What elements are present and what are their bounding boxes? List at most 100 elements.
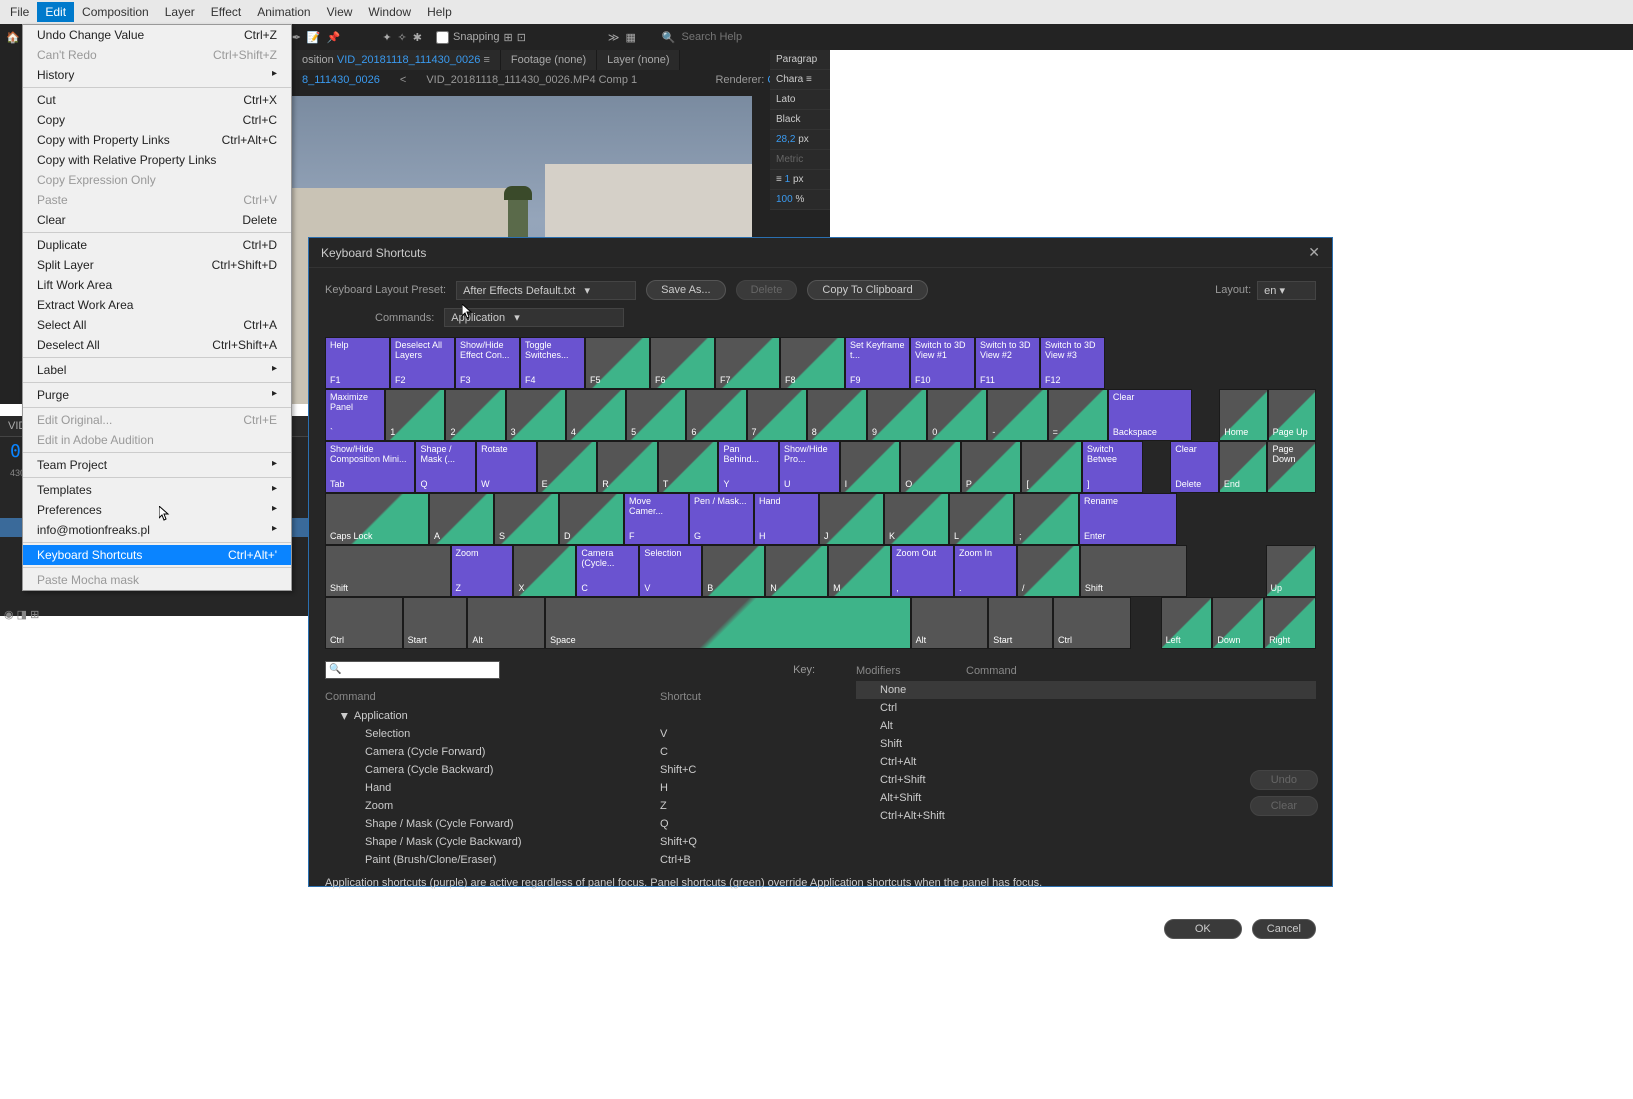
key-8[interactable]: 8 [807, 389, 867, 441]
key-y[interactable]: Pan Behind...Y [718, 441, 779, 493]
ok-button[interactable]: OK [1164, 919, 1242, 939]
preset-select[interactable]: After Effects Default.txt ▾ [456, 281, 636, 300]
footage-tab[interactable]: Footage (none) [501, 50, 597, 70]
key-f11[interactable]: Switch to 3D View #2F11 [975, 337, 1040, 389]
key-f1[interactable]: HelpF1 [325, 337, 390, 389]
key-z[interactable]: ZoomZ [451, 545, 514, 597]
layout-select[interactable]: en ▾ [1257, 281, 1316, 300]
key-1[interactable]: 1 [385, 389, 445, 441]
cancel-button[interactable]: Cancel [1252, 919, 1316, 939]
command-row[interactable]: ZoomZ [325, 797, 840, 815]
key-h[interactable]: HandH [754, 493, 819, 545]
key-0[interactable]: 0 [927, 389, 987, 441]
key-,[interactable]: Zoom Out, [891, 545, 954, 597]
key-t[interactable]: T [658, 441, 719, 493]
key-[[interactable]: [ [1021, 441, 1082, 493]
menu-help[interactable]: Help [419, 2, 460, 22]
key-shift[interactable]: Shift [325, 545, 451, 597]
key-f[interactable]: Move Camer...F [624, 493, 689, 545]
key-b[interactable]: B [702, 545, 765, 597]
modifier-row[interactable]: Shift [856, 735, 1316, 753]
search-help-input[interactable] [682, 31, 762, 43]
axis-icon-3[interactable]: ✱ [413, 31, 422, 44]
key-tab[interactable]: Show/Hide Composition Mini...Tab [325, 441, 415, 493]
key-ctrl[interactable]: Ctrl [1053, 597, 1131, 649]
menu-item[interactable]: Keyboard ShortcutsCtrl+Alt+' [23, 545, 291, 565]
modifier-row[interactable]: Alt [856, 717, 1316, 735]
key-f12[interactable]: Switch to 3D View #3F12 [1040, 337, 1105, 389]
kerning[interactable]: Metric [770, 150, 830, 170]
modifier-row[interactable]: Ctrl+Alt [856, 753, 1316, 771]
command-row[interactable]: Shape / Mask (Cycle Forward)Q [325, 815, 840, 833]
footer-toggles[interactable]: ◉ ◨ ⊞ [4, 608, 39, 621]
command-row[interactable]: Shape / Mask (Cycle Backward)Shift+Q [325, 833, 840, 851]
pen-tool-icon[interactable]: ✒ [292, 31, 301, 44]
fast-preview-icon[interactable]: ≫ [608, 31, 620, 44]
key-2[interactable]: 2 [445, 389, 505, 441]
character-tab[interactable]: Chara ≡ [770, 70, 830, 90]
modifier-row[interactable]: Ctrl+Shift [856, 771, 1316, 789]
key-v[interactable]: SelectionV [639, 545, 702, 597]
key-ctrl[interactable]: Ctrl [325, 597, 403, 649]
key-start[interactable]: Start [988, 597, 1053, 649]
key--[interactable]: - [987, 389, 1047, 441]
menu-file[interactable]: File [2, 2, 37, 22]
scale[interactable]: 100 % [770, 190, 830, 210]
menu-animation[interactable]: Animation [249, 2, 318, 22]
snap-icon-1[interactable]: ⊞ [503, 31, 512, 44]
key-4[interactable]: 4 [566, 389, 626, 441]
menu-layer[interactable]: Layer [157, 2, 203, 22]
key-e[interactable]: E [537, 441, 598, 493]
copy-clipboard-button[interactable]: Copy To Clipboard [807, 280, 927, 300]
menu-edit[interactable]: Edit [37, 2, 74, 22]
key-f10[interactable]: Switch to 3D View #1F10 [910, 337, 975, 389]
command-row[interactable]: Camera (Cycle Backward)Shift+C [325, 761, 840, 779]
modifier-row[interactable]: None [856, 681, 1316, 699]
menu-item[interactable]: ClearDelete [23, 210, 291, 230]
key-;[interactable]: ; [1014, 493, 1079, 545]
key-j[interactable]: J [819, 493, 884, 545]
menu-item[interactable]: Deselect AllCtrl+Shift+A [23, 335, 291, 355]
key-capslock[interactable]: Caps Lock [325, 493, 429, 545]
font-size[interactable]: 28,2 px [770, 130, 830, 150]
axis-icon[interactable]: ✦ [382, 31, 391, 44]
menu-item[interactable]: History▸ [23, 65, 291, 85]
menu-item[interactable]: Copy with Relative Property Links [23, 150, 291, 170]
key-l[interactable]: L [949, 493, 1014, 545]
key-f4[interactable]: Toggle Switches...F4 [520, 337, 585, 389]
pin-tool-icon[interactable]: 📌 [327, 31, 341, 44]
key-9[interactable]: 9 [867, 389, 927, 441]
key-3[interactable]: 3 [506, 389, 566, 441]
key-f8[interactable]: F8 [780, 337, 845, 389]
commands-select[interactable]: Application ▾ [444, 308, 624, 327]
menu-composition[interactable]: Composition [74, 2, 157, 22]
menu-item[interactable]: Split LayerCtrl+Shift+D [23, 255, 291, 275]
key-w[interactable]: RotateW [476, 441, 537, 493]
key-f2[interactable]: Deselect All LayersF2 [390, 337, 455, 389]
axis-icon-2[interactable]: ✧ [398, 31, 407, 44]
key-m[interactable]: M [828, 545, 891, 597]
key-g[interactable]: Pen / Mask...G [689, 493, 754, 545]
key-left[interactable]: Left [1161, 597, 1213, 649]
menu-item[interactable]: Team Project▸ [23, 455, 291, 475]
key-c[interactable]: Camera (Cycle...C [576, 545, 639, 597]
save-as-button[interactable]: Save As... [646, 280, 726, 300]
snapping-checkbox[interactable] [436, 31, 449, 44]
key-shift[interactable]: Shift [1080, 545, 1187, 597]
menu-item[interactable]: Templates▸ [23, 480, 291, 500]
key-f3[interactable]: Show/Hide Effect Con...F3 [455, 337, 520, 389]
command-row[interactable]: HandH [325, 779, 840, 797]
layer-tab[interactable]: Layer (none) [597, 50, 680, 70]
command-search-input[interactable] [325, 661, 500, 679]
key-=[interactable]: = [1048, 389, 1108, 441]
menu-item[interactable]: Extract Work Area [23, 295, 291, 315]
key-home[interactable]: Home [1219, 389, 1267, 441]
key-.[interactable]: Zoom In. [954, 545, 1017, 597]
key-o[interactable]: O [900, 441, 961, 493]
menu-item[interactable]: Copy with Property LinksCtrl+Alt+C [23, 130, 291, 150]
menu-item[interactable]: CopyCtrl+C [23, 110, 291, 130]
key-start[interactable]: Start [403, 597, 468, 649]
menu-window[interactable]: Window [360, 2, 419, 22]
application-group[interactable]: ▶Application [325, 707, 840, 725]
key-delete[interactable]: ClearDelete [1170, 441, 1219, 493]
